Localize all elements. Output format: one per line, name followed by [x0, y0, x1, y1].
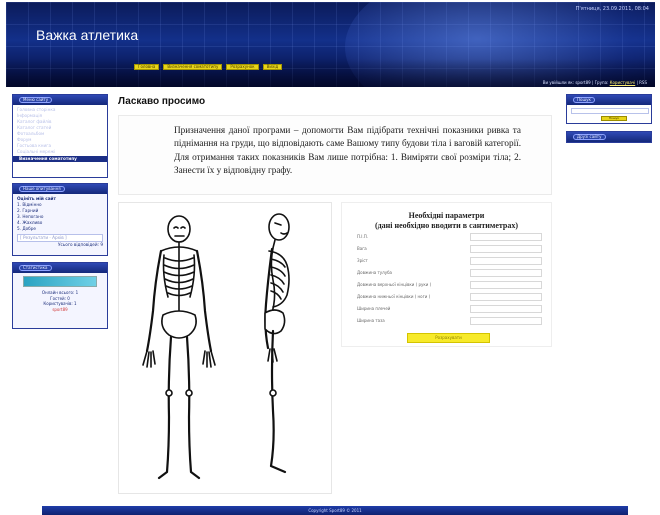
stats-block: Статистика Онлайн всього: 1 Гостей: 0 Ко… — [12, 262, 108, 329]
userbar-rss-link[interactable]: | RSS — [635, 80, 647, 85]
search-block-title: Пошук — [573, 97, 595, 103]
skeleton-illustration — [142, 213, 290, 480]
weight-field[interactable] — [470, 245, 542, 253]
friends-block: Друзі сайту — [566, 131, 652, 143]
leg-length-field[interactable] — [470, 293, 542, 301]
online-counter-bar — [23, 276, 97, 287]
field-label: Ширина таза — [357, 318, 385, 323]
poll-results-link[interactable]: [ Результати · Архів ] — [17, 234, 103, 242]
form-row-torso: Довжина тулуба — [357, 269, 542, 277]
shoulder-width-field[interactable] — [470, 305, 542, 313]
friends-block-title[interactable]: Друзі сайту — [573, 134, 606, 140]
form-row-name: П.І.П. — [357, 233, 542, 241]
form-title: Необхідні параметри (дані необхідно ввод… — [342, 211, 551, 230]
field-label: Довжина верхньої кінцівки ( руки ) — [357, 282, 432, 287]
form-row-height: Зріст — [357, 257, 542, 265]
search-block: Пошук Пошук — [566, 94, 652, 124]
arm-length-field[interactable] — [470, 281, 542, 289]
skeleton-image-panel — [118, 202, 332, 494]
page-title: Ласкаво просимо — [118, 96, 206, 107]
poll-block: Наше опитування Оцініть мій сайт 1. Відм… — [12, 183, 108, 256]
nav-home-button[interactable]: Головна — [134, 64, 160, 70]
field-label: Ширина плечей — [357, 306, 391, 311]
page: Важка атлетика П'ятниця, 23.09.2011, 08:… — [0, 0, 660, 515]
userbar-group-link[interactable]: Користувачі — [610, 80, 636, 85]
torso-length-field[interactable] — [470, 269, 542, 277]
search-button[interactable]: Пошук — [601, 116, 627, 121]
user-bar: Ви увійшли як: sport89 | Група: Користув… — [543, 80, 647, 85]
intro-panel: Призначення даної програми – допомогти В… — [118, 115, 552, 195]
userbar-prefix: Ви увійшли як: sport89 | Група: — [542, 80, 610, 85]
side-skeleton — [264, 213, 290, 474]
nav-logout-button[interactable]: Вихід — [262, 64, 283, 70]
form-row-weight: Вага — [357, 245, 542, 253]
height-field[interactable] — [470, 257, 542, 265]
field-label: П.І.П. — [357, 234, 369, 239]
form-row-arm: Довжина верхньої кінцівки ( руки ) — [357, 281, 542, 289]
nav-somatotype-button[interactable]: Визначення соматотипу — [163, 64, 223, 70]
front-skeleton — [142, 215, 216, 480]
header-datetime: П'ятниця, 23.09.2011, 08:04 — [575, 6, 649, 12]
form-row-pelvis: Ширина таза — [357, 317, 542, 325]
field-label: Довжина нижньої кінцівки ( ноги ) — [357, 294, 431, 299]
parameters-form: Необхідні параметри (дані необхідно ввод… — [341, 202, 552, 347]
menu-block-title: Меню сайту — [19, 97, 53, 103]
poll-total: Усього відповідей: 9 — [57, 242, 103, 247]
site-menu-block: Меню сайту Головна сторінка Інформація К… — [12, 94, 108, 178]
poll-option[interactable]: 5. Добре — [17, 226, 103, 232]
form-title-line1: Необхідні параметри — [408, 211, 485, 220]
site-title[interactable]: Важка атлетика — [36, 27, 138, 43]
form-row-shoulders: Ширина плечей — [357, 305, 542, 313]
field-label: Зріст — [357, 258, 368, 263]
top-nav: Головна Визначення соматотипу Розрахунок… — [134, 64, 283, 70]
site-header: Важка атлетика П'ятниця, 23.09.2011, 08:… — [6, 2, 655, 87]
poll-block-title: Наше опитування — [19, 186, 65, 192]
site-footer: Copyright Sport89 © 2011 — [42, 506, 628, 515]
name-field[interactable] — [470, 233, 542, 241]
copyright-text: Copyright Sport89 © 2011 — [308, 508, 362, 513]
stats-username-link[interactable]: sport89 — [13, 307, 107, 313]
menu-item[interactable]: Соціальні мережі — [17, 149, 103, 155]
menu-item-active[interactable]: Визначення соматотипу — [13, 156, 107, 162]
pelvis-width-field[interactable] — [470, 317, 542, 325]
intro-text: Призначення даної програми – допомогти В… — [174, 125, 521, 176]
stats-block-title: Статистика — [19, 265, 52, 271]
field-label: Довжина тулуба — [357, 270, 393, 275]
form-title-line2: (дані необхідно вводити в сантиметрах) — [374, 220, 519, 230]
calculate-button[interactable]: Розрахувати — [407, 333, 490, 343]
field-label: Вага — [357, 246, 367, 251]
form-row-leg: Довжина нижньої кінцівки ( ноги ) — [357, 293, 542, 301]
search-input[interactable] — [571, 108, 649, 114]
nav-calculation-button[interactable]: Розрахунок — [226, 64, 259, 70]
